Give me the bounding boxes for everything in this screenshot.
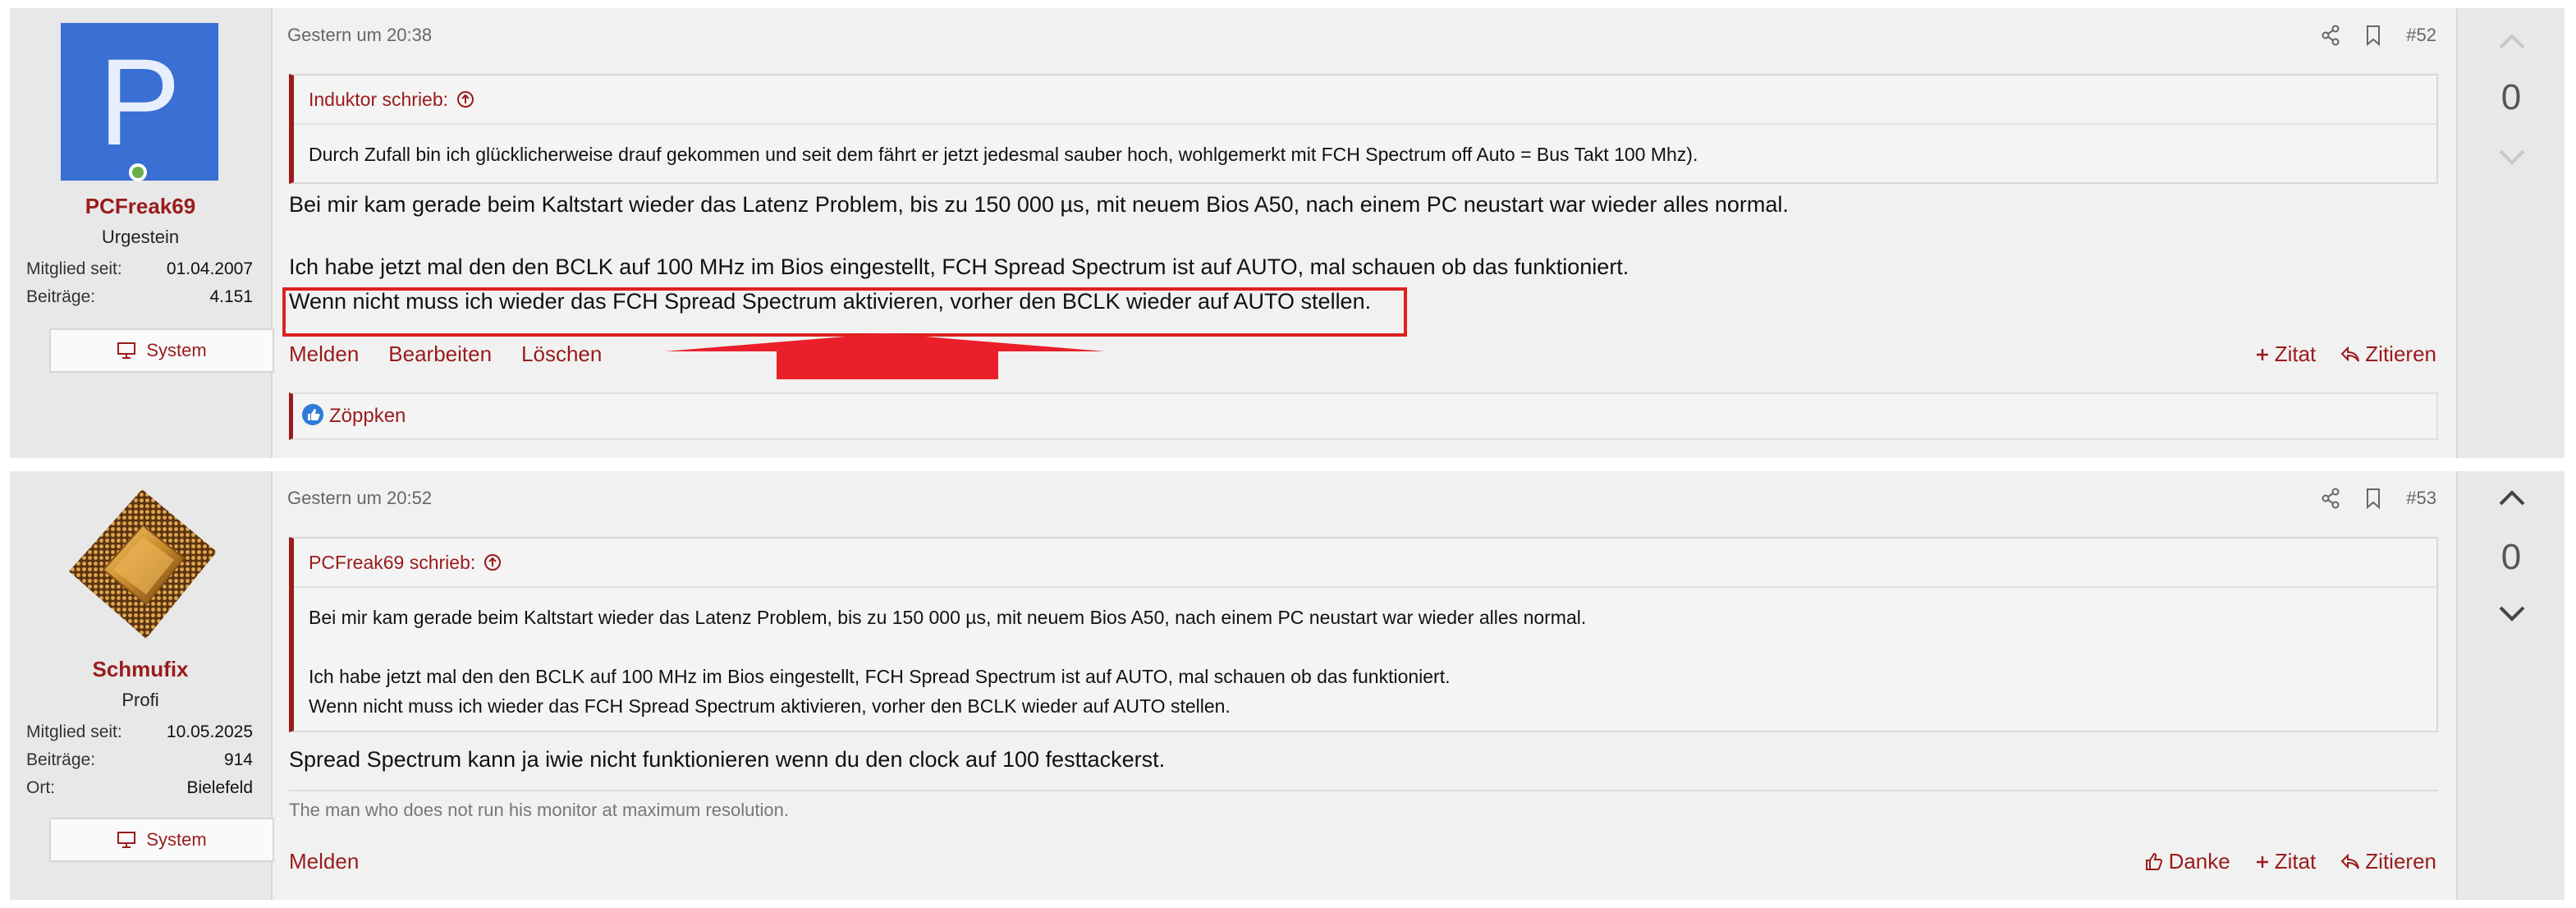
vote-column: 0 (2456, 471, 2565, 900)
post-number-link[interactable]: #53 (2406, 488, 2436, 509)
user-block: Schmufix Profi Mitglied seit: 10.05.2025… (10, 471, 274, 900)
system-button-label: System (146, 340, 207, 360)
user-title: Profi (121, 690, 159, 710)
system-button[interactable]: System (49, 328, 274, 373)
like-button[interactable]: Danke (2144, 849, 2230, 874)
downvote-icon[interactable] (2496, 144, 2528, 169)
avatar[interactable] (64, 486, 220, 642)
arrow-up-circle-icon[interactable] (484, 553, 502, 571)
bookmark-icon[interactable] (2365, 488, 2381, 509)
vote-column: 0 (2456, 8, 2565, 458)
reply-quote-button[interactable]: Zitieren (2340, 849, 2436, 874)
online-indicator (129, 163, 147, 181)
post-actions-right: Danke Zitat Zitieren (2144, 849, 2436, 874)
stat-label: Mitglied seit: (26, 722, 122, 741)
post-53: Schmufix Profi Mitglied seit: 10.05.2025… (10, 471, 2565, 900)
reply-icon (2340, 346, 2360, 362)
monitor-icon (117, 342, 136, 359)
vote-count: 0 (2500, 537, 2522, 577)
vote-count: 0 (2500, 77, 2522, 117)
annotation-arrow (665, 333, 1105, 379)
downvote-icon[interactable] (2496, 601, 2528, 626)
delete-link[interactable]: Löschen (521, 342, 602, 367)
post-actions-left: Melden Bearbeiten Löschen (289, 342, 602, 367)
post-header-icons: #53 (2321, 486, 2436, 511)
quote-author: Induktor schrieb: (309, 89, 449, 110)
post-date[interactable]: Gestern um 20:52 (287, 488, 432, 509)
stat-value: 01.04.2007 (166, 259, 253, 278)
system-button[interactable]: System (49, 818, 274, 862)
user-block: P PCFreak69 Urgestein Mitglied seit: 01.… (10, 8, 274, 458)
quote-line: Ich habe jetzt mal den den BCLK auf 100 … (309, 666, 1451, 687)
post-text-line: Ich habe jetzt mal den den BCLK auf 100 … (289, 255, 1629, 279)
stat-label: Beiträge: (26, 287, 96, 306)
share-icon[interactable] (2321, 488, 2340, 509)
quote-text: Durch Zufall bin ich glücklicherweise dr… (309, 144, 1698, 165)
stat-value: Bielefeld (186, 778, 253, 797)
stat-value[interactable]: 4.151 (209, 287, 253, 307)
report-link[interactable]: Melden (289, 342, 359, 367)
quote-block: PCFreak69 schrieb: Bei mir kam gerade be… (289, 537, 2438, 732)
user-title: Urgestein (101, 227, 180, 247)
post-content: Gestern um 20:52 #53 PCFreak69 schrieb: … (273, 471, 2456, 900)
avatar[interactable]: P (61, 23, 218, 181)
stat-value[interactable]: 914 (224, 750, 253, 770)
arrow-up-circle-icon[interactable] (456, 90, 474, 108)
stat-value: 10.05.2025 (166, 722, 253, 741)
post-number-link[interactable]: #52 (2406, 25, 2436, 46)
stat-label: Mitglied seit: (26, 259, 122, 278)
quote-plus-label: Zitat (2274, 342, 2317, 366)
post-text-line: Spread Spectrum kann ja iwie nicht funkt… (289, 747, 1166, 772)
quote-block: Induktor schrieb: Durch Zufall bin ich g… (289, 74, 2438, 184)
thumbs-up-icon (2145, 852, 2162, 870)
reactions-bar[interactable]: Zöppken (289, 392, 2438, 440)
reply-quote-label: Zitieren (2365, 342, 2436, 366)
reply-quote-label: Zitieren (2365, 849, 2436, 874)
signature-divider (289, 790, 2438, 791)
post-52: P PCFreak69 Urgestein Mitglied seit: 01.… (10, 8, 2565, 458)
upvote-icon[interactable] (2496, 486, 2528, 511)
quote-text: Bei mir kam gerade beim Kaltstart wieder… (294, 588, 2436, 721)
report-link[interactable]: Melden (289, 849, 359, 874)
reply-icon (2340, 853, 2360, 869)
thumbs-up-icon (302, 404, 323, 425)
stat-label: Beiträge: (26, 750, 96, 769)
system-button-label: System (146, 829, 207, 850)
username[interactable]: Schmufix (10, 657, 271, 682)
quote-author: PCFreak69 schrieb: (309, 552, 476, 573)
plus-icon (2256, 855, 2268, 868)
quote-line: Bei mir kam gerade beim Kaltstart wieder… (309, 607, 1587, 628)
post-header-icons: #52 (2321, 23, 2436, 48)
reply-quote-button[interactable]: Zitieren (2340, 342, 2436, 367)
upvote-icon[interactable] (2496, 30, 2528, 54)
post-date[interactable]: Gestern um 20:38 (287, 25, 432, 46)
stat-label: Ort: (26, 778, 55, 797)
post-content: Gestern um 20:38 #52 Induktor schrieb: D… (273, 8, 2456, 458)
quote-plus-label: Zitat (2274, 849, 2317, 874)
edit-link[interactable]: Bearbeiten (388, 342, 492, 367)
post-actions-right: Zitat Zitieren (2255, 342, 2436, 367)
like-label: Danke (2168, 849, 2230, 874)
username[interactable]: PCFreak69 (10, 194, 271, 219)
monitor-icon (117, 832, 136, 848)
post-actions-left: Melden (289, 849, 359, 874)
quote-header[interactable]: PCFreak69 schrieb: (294, 539, 2436, 588)
post-text-line: Bei mir kam gerade beim Kaltstart wieder… (289, 192, 1789, 217)
quote-header[interactable]: Induktor schrieb: (294, 76, 2436, 125)
share-icon[interactable] (2321, 25, 2340, 46)
signature: The man who does not run his monitor at … (289, 800, 789, 820)
bookmark-icon[interactable] (2365, 25, 2381, 46)
reaction-users[interactable]: Zöppken (329, 405, 406, 427)
quote-line: Wenn nicht muss ich wieder das FCH Sprea… (309, 695, 1231, 717)
plus-icon (2256, 348, 2268, 360)
quote-plus-button[interactable]: Zitat (2255, 342, 2317, 367)
quote-plus-button[interactable]: Zitat (2255, 849, 2317, 874)
